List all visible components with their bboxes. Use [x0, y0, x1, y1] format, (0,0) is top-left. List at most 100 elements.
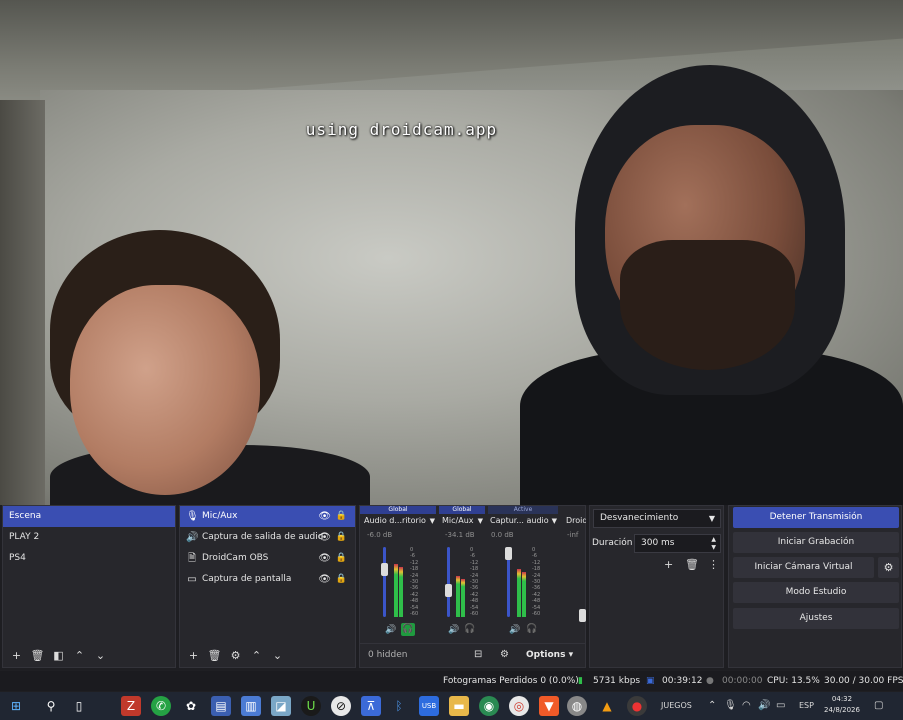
more-icon[interactable]: ⋮: [708, 558, 719, 571]
stop-stream-button[interactable]: Detener Transmisión: [733, 507, 899, 528]
app-icon[interactable]: U: [301, 696, 321, 716]
lock-icon[interactable]: 🔒: [336, 527, 347, 548]
transition-select[interactable]: Desvanecimiento ▼: [593, 509, 721, 528]
slider-knob[interactable]: [445, 584, 452, 598]
folder-icon[interactable]: ▬: [449, 696, 469, 716]
headphones-icon[interactable]: 🎧: [525, 623, 539, 636]
mixer-channel: Mic/Aux ▼ -34.1 dB 0 -6 -12 -18 -24 -30 -36 -42-…: [439, 515, 485, 640]
chrome-icon[interactable]: ◎: [509, 696, 529, 716]
app-icon[interactable]: ◪: [271, 696, 291, 716]
scene-item[interactable]: Escena: [3, 506, 175, 527]
brave-icon[interactable]: ▼: [539, 696, 559, 716]
app-icon[interactable]: ▤: [211, 696, 231, 716]
language-indicator[interactable]: ESP: [799, 696, 814, 716]
obs-window: using droidcam.app Escena PLAY 2 PS4 + 🗑…: [0, 0, 903, 720]
source-label: Captura de salida de audio: [202, 532, 324, 542]
app-icon[interactable]: ◍: [567, 696, 587, 716]
vlc-icon[interactable]: ▲: [597, 696, 617, 716]
source-label: Captura de pantalla: [202, 574, 292, 584]
arrow-down-icon[interactable]: ⌄: [91, 646, 110, 665]
volume-slider[interactable]: [383, 547, 386, 617]
channel-db: -6.0 dB: [367, 531, 393, 539]
settings-button[interactable]: Ajustes: [733, 608, 899, 629]
microphone-icon[interactable]: 🎙: [724, 696, 737, 716]
chevron-up-icon[interactable]: ▲: [711, 536, 716, 544]
plus-icon[interactable]: +: [7, 646, 26, 665]
chevron-down-icon[interactable]: ▼: [430, 515, 435, 527]
docks-area: Escena PLAY 2 PS4 + 🗑 ◧ ⌃ ⌄ 🎙 Mic/Aux 👁 …: [0, 505, 903, 670]
channel-name: Mic/Aux: [442, 516, 474, 525]
filter-icon[interactable]: ◧: [49, 646, 68, 665]
plus-icon[interactable]: +: [184, 646, 203, 665]
usb-util-icon[interactable]: USB: [419, 696, 439, 716]
scale-tick: -60: [532, 611, 541, 618]
plus-icon[interactable]: +: [664, 558, 673, 571]
status-bar: Fotogramas Perdidos 0 (0.0%) ▮ 5731 kbps…: [0, 671, 903, 691]
filezilla-icon[interactable]: Z: [121, 696, 141, 716]
start-recording-button[interactable]: Iniciar Grabación: [733, 532, 899, 553]
scale-tick: -48: [532, 598, 541, 605]
trash-icon[interactable]: 🗑: [685, 558, 699, 571]
preview-canvas[interactable]: using droidcam.app: [0, 0, 903, 505]
speaker-icon[interactable]: 🔊: [509, 625, 520, 635]
arrow-up-icon[interactable]: ⌃: [247, 646, 266, 665]
source-item-mic-aux[interactable]: 🎙 Mic/Aux 👁 🔒: [180, 506, 355, 527]
source-item-audio-output[interactable]: 🔊 Captura de salida de audio 👁 🔒: [180, 527, 355, 548]
chevron-down-icon[interactable]: ▼: [552, 515, 557, 527]
eye-icon[interactable]: 👁: [318, 506, 331, 527]
windows-start-icon[interactable]: ⊞: [6, 696, 26, 716]
volume-slider[interactable]: [447, 547, 450, 617]
slider-knob[interactable]: [579, 609, 586, 622]
speaker-icon[interactable]: 🔊: [448, 625, 459, 635]
speaker-icon[interactable]: 🔊: [385, 625, 396, 635]
stream-icon: ▣: [646, 676, 655, 686]
scene-item[interactable]: PS4: [3, 548, 175, 569]
gear-icon[interactable]: ⚙: [878, 557, 899, 578]
arrow-down-icon[interactable]: ⌄: [268, 646, 287, 665]
duration-input[interactable]: 300 ms ▲ ▼: [634, 534, 721, 553]
app-icon[interactable]: ⊼: [361, 696, 381, 716]
scene-item[interactable]: PLAY 2: [3, 527, 175, 548]
chevron-down-icon[interactable]: ▼: [711, 544, 716, 552]
whatsapp-icon[interactable]: ✆: [151, 696, 171, 716]
trash-icon[interactable]: 🗑: [28, 646, 47, 665]
wifi-icon[interactable]: ◠: [742, 696, 751, 716]
lock-icon[interactable]: 🔒: [336, 569, 347, 590]
options-button[interactable]: Options ▾: [526, 650, 573, 660]
volume-icon[interactable]: 🔊: [758, 696, 770, 716]
lock-icon[interactable]: 🔒: [336, 548, 347, 569]
file-icon[interactable]: ▯: [69, 696, 89, 716]
bluetooth-icon[interactable]: ᛒ: [389, 696, 409, 716]
clock[interactable]: 04:32 24/8/2026: [820, 694, 864, 716]
source-item-droidcam[interactable]: 🗎 DroidCam OBS 👁 🔒: [180, 548, 355, 569]
chevron-up-icon[interactable]: ⌃: [708, 696, 716, 716]
gear-icon[interactable]: ⚙: [226, 646, 245, 665]
app-icon[interactable]: ▥: [241, 696, 261, 716]
slider-knob[interactable]: [505, 547, 512, 560]
eye-icon[interactable]: 👁: [318, 527, 331, 548]
app-icon[interactable]: ✿: [181, 696, 201, 716]
hidden-count[interactable]: 0 hidden: [368, 650, 407, 660]
battery-icon[interactable]: ▭: [776, 696, 785, 716]
app-icon[interactable]: ◉: [479, 696, 499, 716]
virtual-camera-button[interactable]: Iniciar Cámara Virtual: [733, 557, 874, 578]
studio-mode-button[interactable]: Modo Estudio: [733, 582, 899, 603]
layout-icon[interactable]: ⊟: [474, 649, 482, 660]
chevron-down-icon[interactable]: ▼: [478, 515, 483, 527]
obs-icon[interactable]: ●: [627, 696, 647, 716]
level-meter: [394, 551, 403, 617]
headphones-icon[interactable]: 🎧: [401, 623, 415, 636]
games-label[interactable]: JUEGOS: [661, 692, 692, 720]
arrow-up-icon[interactable]: ⌃: [70, 646, 89, 665]
slider-knob[interactable]: [381, 563, 388, 577]
eye-icon[interactable]: 👁: [318, 569, 331, 590]
notification-icon[interactable]: ▢: [874, 696, 883, 716]
headphones-icon[interactable]: 🎧: [463, 623, 477, 636]
source-item-screen-capture[interactable]: ▭ Captura de pantalla 👁 🔒: [180, 569, 355, 590]
advanced-audio-icon[interactable]: ⚙: [500, 649, 509, 660]
search-icon[interactable]: ⚲: [41, 696, 61, 716]
trash-icon[interactable]: 🗑: [205, 646, 224, 665]
eye-icon[interactable]: 👁: [318, 548, 331, 569]
app-icon[interactable]: ⊘: [331, 696, 351, 716]
lock-icon[interactable]: 🔒: [336, 506, 347, 527]
